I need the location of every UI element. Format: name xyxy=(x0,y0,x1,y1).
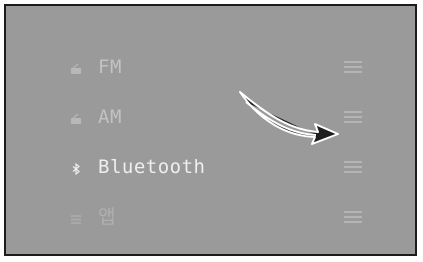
bluetooth-icon xyxy=(70,163,82,175)
source-label-fm: FM xyxy=(98,56,122,78)
drag-handle-icon[interactable] xyxy=(344,161,362,173)
app-icon xyxy=(70,213,82,225)
radio-icon xyxy=(70,63,82,75)
drag-handle-icon[interactable] xyxy=(344,211,362,223)
source-label-app: 앱 xyxy=(98,206,116,228)
source-item-am[interactable]: AM xyxy=(6,98,415,144)
arrow-icon xyxy=(239,91,339,145)
drag-handle-icon[interactable] xyxy=(344,111,362,123)
source-list-screen: FM AM Bluetooth 앱 xyxy=(4,4,417,256)
radio-icon xyxy=(70,113,82,125)
drag-handle-icon[interactable] xyxy=(344,61,362,73)
source-item-app[interactable]: 앱 xyxy=(6,198,415,244)
source-item-fm[interactable]: FM xyxy=(6,48,415,94)
source-item-bluetooth[interactable]: Bluetooth xyxy=(6,148,415,194)
source-label-bluetooth: Bluetooth xyxy=(98,156,206,178)
source-label-am: AM xyxy=(98,106,122,128)
